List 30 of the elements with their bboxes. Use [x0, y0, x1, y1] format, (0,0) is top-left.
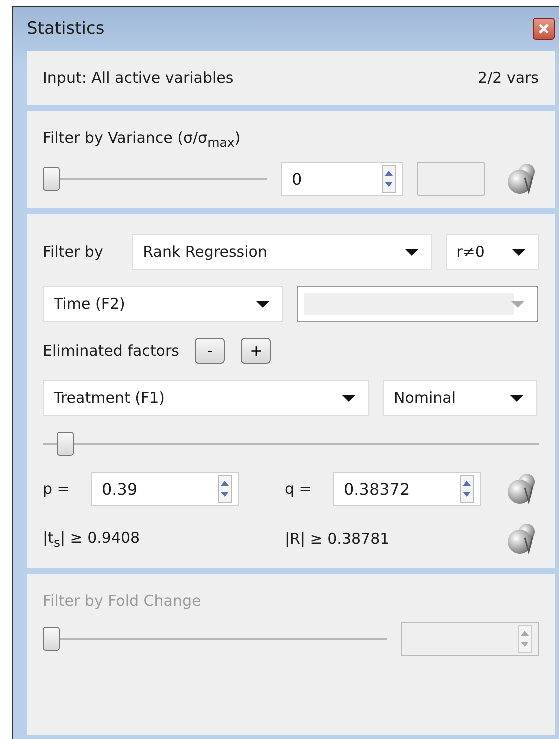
filter-by-label: Filter by: [43, 243, 104, 261]
r-threshold: |R| ≥ 0.38781: [285, 530, 391, 548]
spinner-arrows-icon[interactable]: [460, 475, 474, 503]
value-field[interactable]: 0: [281, 162, 403, 196]
input-label: Input: All active variables: [43, 69, 234, 87]
t-threshold: |t$_{s}$| ≥ 0.9408: [43, 528, 142, 550]
section-title: Filter by Fold Change: [43, 591, 202, 610]
remove-button[interactable]: -: [195, 338, 226, 364]
eliminated-factors-label: Eliminated factors: [43, 342, 180, 360]
fold-change-field[interactable]: [401, 622, 539, 656]
slider-thumb[interactable]: [43, 167, 60, 191]
variable-count: 2/2 vars: [478, 69, 539, 87]
spinner-arrows-icon[interactable]: [218, 475, 232, 503]
section-title: Filter by Variance (σ/σ$_{max}$): [43, 128, 242, 150]
add-button[interactable]: +: [241, 338, 272, 364]
q-field[interactable]: 0.38372: [333, 472, 481, 506]
scale-dropdown[interactable]: Nominal: [383, 380, 537, 416]
eliminated-factor-dropdown[interactable]: Treatment (F1): [43, 380, 369, 416]
close-icon: [538, 23, 550, 35]
test-dropdown[interactable]: r≠0: [446, 234, 539, 270]
empty-field: [417, 162, 485, 196]
close-button[interactable]: [533, 18, 555, 40]
slider-thumb[interactable]: [57, 432, 74, 456]
method-dropdown[interactable]: Rank Regression: [132, 234, 432, 270]
factor-dropdown[interactable]: Time (F2): [43, 286, 283, 322]
spinner-arrows-icon[interactable]: [382, 165, 396, 193]
p-field[interactable]: 0.39: [91, 472, 239, 506]
window-title: Statistics: [27, 19, 105, 39]
q-label: q =: [285, 480, 313, 498]
p-label: p =: [43, 480, 71, 498]
